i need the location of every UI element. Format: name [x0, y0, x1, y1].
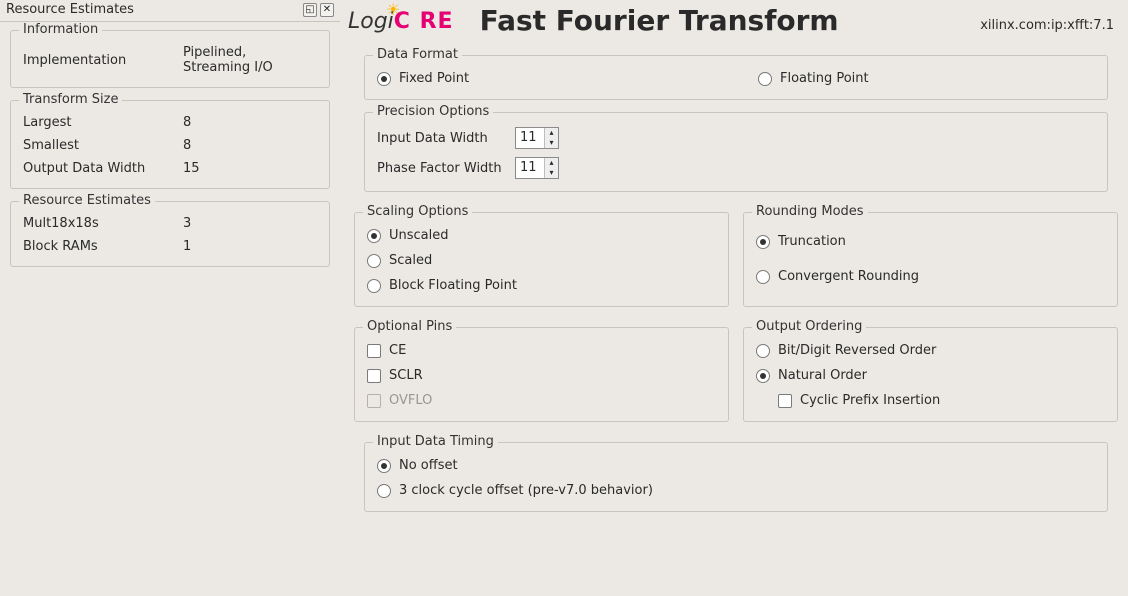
input-data-width-label: Input Data Width — [377, 131, 507, 146]
panel-title: Resource Estimates — [6, 2, 300, 17]
row-output-data-width: Output Data Width 15 — [21, 157, 319, 180]
main-area: LogiC RE ☀ Fast Fourier Transform xilinx… — [340, 0, 1128, 596]
input-data-timing-group: Input Data Timing No offset 3 clock cycl… — [364, 442, 1108, 512]
spin-up-icon: ▴ — [545, 158, 558, 168]
group-legend: Transform Size — [19, 92, 122, 107]
sun-icon: ☀ — [386, 0, 400, 19]
radio-unscaled[interactable]: Unscaled — [365, 223, 718, 248]
radio-scaled[interactable]: Scaled — [365, 248, 718, 273]
radio-icon — [758, 72, 772, 86]
check-sclr[interactable]: SCLR — [365, 363, 718, 388]
checkbox-icon — [778, 394, 792, 408]
radio-icon — [377, 484, 391, 498]
info-row-implementation: Implementation Pipelined, Streaming I/O — [21, 41, 319, 79]
group-legend: Resource Estimates — [19, 193, 155, 208]
input-data-width-spinner[interactable]: 11 ▴▾ — [515, 127, 559, 149]
check-cyclic-prefix[interactable]: Cyclic Prefix Insertion — [776, 388, 1107, 413]
transform-size-group: Transform Size Largest 8 Smallest 8 Outp… — [10, 100, 330, 189]
information-group: Information Implementation Pipelined, St… — [10, 30, 330, 88]
checkbox-icon — [367, 344, 381, 358]
radio-truncation[interactable]: Truncation — [754, 229, 1107, 254]
radio-fixed-point[interactable]: Fixed Point — [375, 66, 716, 91]
page-title: Fast Fourier Transform — [480, 4, 981, 37]
radio-no-offset[interactable]: No offset — [375, 453, 1097, 478]
data-format-group: Data Format Fixed Point Floating Point — [364, 55, 1108, 100]
group-legend: Information — [19, 22, 102, 37]
radio-icon — [756, 270, 770, 284]
info-value: Pipelined, Streaming I/O — [181, 41, 319, 79]
checkbox-icon — [367, 394, 381, 408]
row-bram: Block RAMs 1 — [21, 235, 319, 258]
close-icon[interactable]: ✕ — [320, 3, 334, 17]
rounding-modes-group: Rounding Modes Truncation Convergent Rou… — [743, 212, 1118, 307]
radio-icon — [377, 72, 391, 86]
check-ce[interactable]: CE — [365, 338, 718, 363]
radio-icon — [367, 279, 381, 293]
spin-down-icon: ▾ — [545, 168, 558, 178]
resource-estimates-group: Resource Estimates Mult18x18s 3 Block RA… — [10, 201, 330, 267]
detach-icon[interactable]: ◱ — [303, 3, 317, 17]
phase-factor-width-label: Phase Factor Width — [377, 161, 507, 176]
radio-3-clock-offset[interactable]: 3 clock cycle offset (pre-v7.0 behavior) — [375, 478, 1097, 503]
header: LogiC RE ☀ Fast Fourier Transform xilinx… — [344, 0, 1118, 47]
radio-icon — [367, 254, 381, 268]
check-ovflo: OVFLO — [365, 388, 718, 413]
info-label: Implementation — [21, 41, 181, 79]
ip-identifier: xilinx.com:ip:xfft:7.1 — [980, 18, 1114, 37]
checkbox-icon — [367, 369, 381, 383]
spin-up-icon: ▴ — [545, 128, 558, 138]
radio-icon — [367, 229, 381, 243]
panel-titlebar: Resource Estimates ◱ ✕ — [0, 0, 340, 22]
optional-pins-group: Optional Pins CE SCLR OVFLO — [354, 327, 729, 422]
phase-factor-width-spinner[interactable]: 11 ▴▾ — [515, 157, 559, 179]
radio-convergent-rounding[interactable]: Convergent Rounding — [754, 264, 1107, 289]
row-smallest: Smallest 8 — [21, 134, 319, 157]
scaling-options-group: Scaling Options Unscaled Scaled Block Fl… — [354, 212, 729, 307]
radio-icon — [377, 459, 391, 473]
output-ordering-group: Output Ordering Bit/Digit Reversed Order… — [743, 327, 1118, 422]
row-mult: Mult18x18s 3 — [21, 212, 319, 235]
radio-block-floating-point[interactable]: Block Floating Point — [365, 273, 718, 298]
radio-icon — [756, 235, 770, 249]
resource-estimates-panel: Resource Estimates ◱ ✕ Information Imple… — [0, 0, 340, 596]
precision-options-group: Precision Options Input Data Width 11 ▴▾… — [364, 112, 1108, 192]
spin-down-icon: ▾ — [545, 138, 558, 148]
radio-floating-point[interactable]: Floating Point — [756, 66, 1097, 91]
radio-reversed-order[interactable]: Bit/Digit Reversed Order — [754, 338, 1107, 363]
row-largest: Largest 8 — [21, 111, 319, 134]
radio-icon — [756, 344, 770, 358]
radio-icon — [756, 369, 770, 383]
radio-natural-order[interactable]: Natural Order — [754, 363, 1107, 388]
logicore-logo: LogiC RE ☀ — [348, 8, 454, 34]
